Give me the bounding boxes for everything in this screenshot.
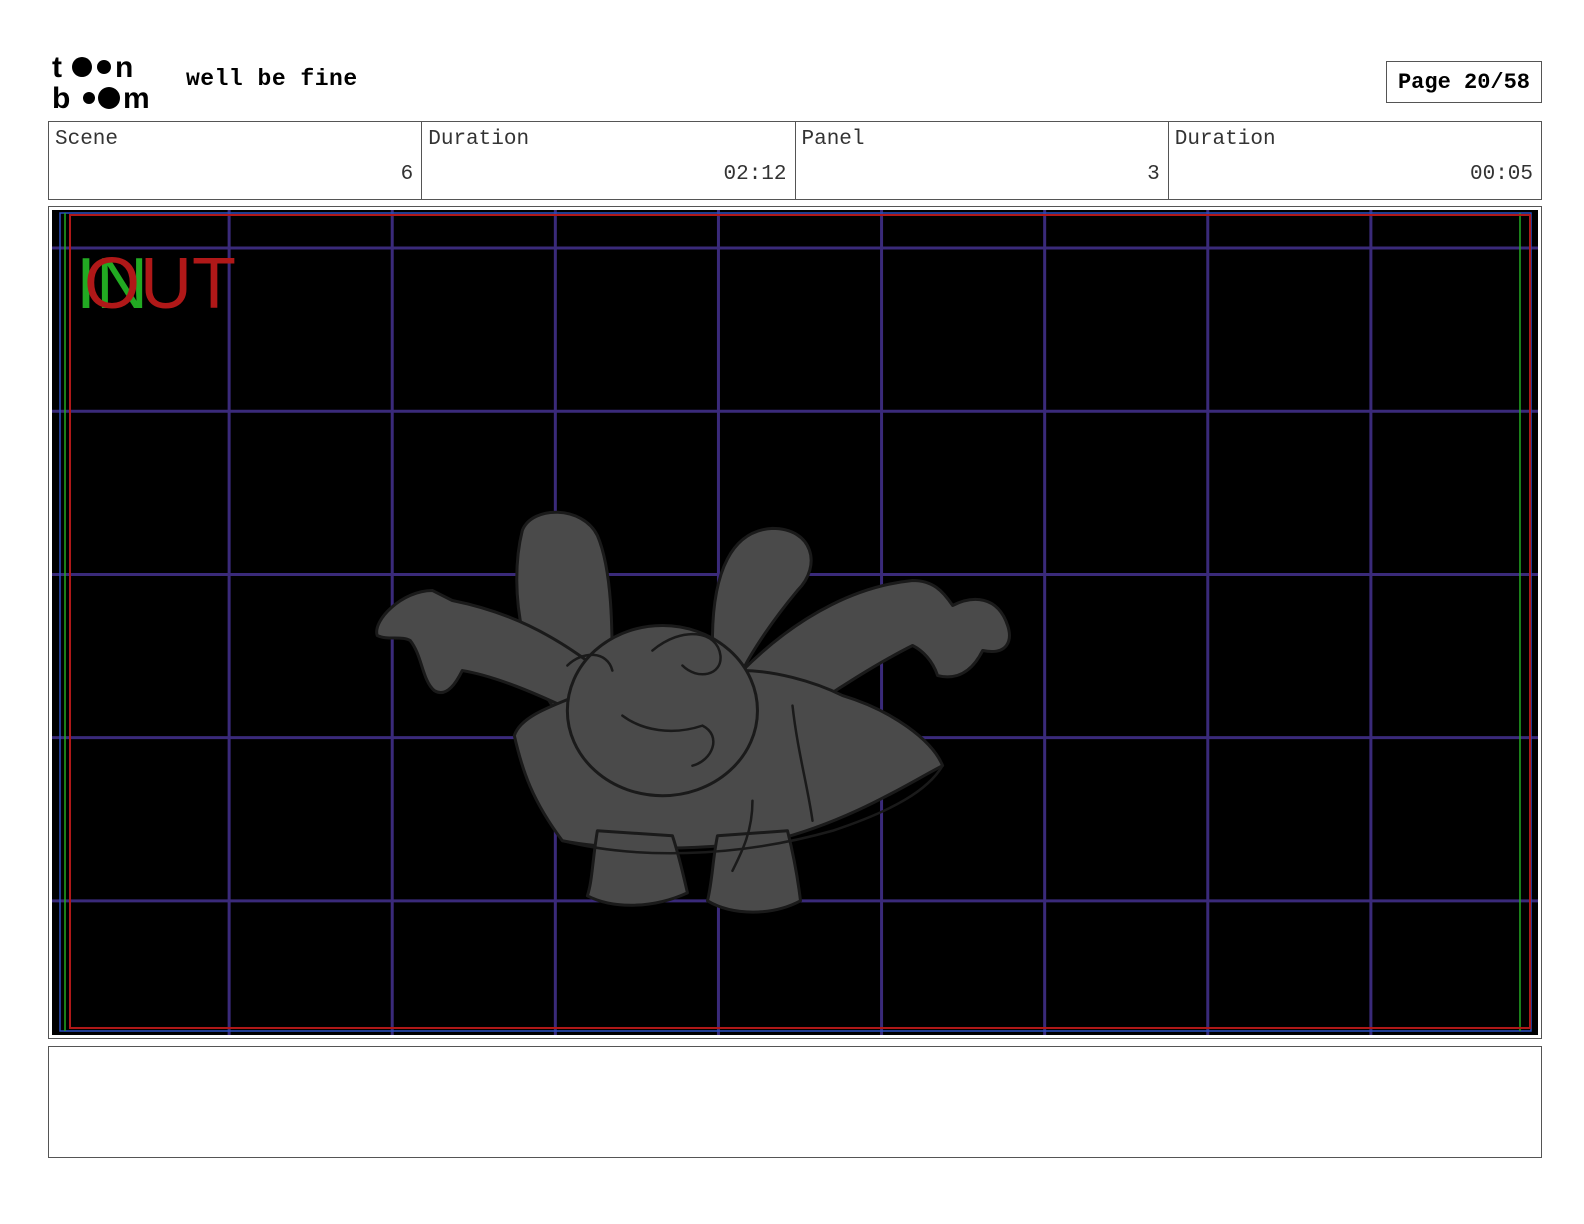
out-marker: OUT — [84, 244, 236, 324]
svg-text:m: m — [123, 82, 150, 112]
scene-duration-label: Duration — [428, 128, 530, 151]
panel-cell: Panel 3 — [796, 122, 1169, 199]
panel-duration-value: 00:05 — [1469, 163, 1533, 186]
toon-boom-logo: t n b m — [52, 51, 150, 112]
svg-text:n: n — [115, 51, 133, 84]
panel-label: Panel — [801, 128, 865, 151]
svg-text:t: t — [52, 51, 62, 84]
svg-text:b: b — [52, 82, 70, 112]
panel-duration-cell: Duration 00:05 — [1169, 122, 1541, 199]
panel-duration-label: Duration — [1174, 128, 1276, 151]
field-grid — [52, 210, 1538, 1035]
scene-info-table: Scene 6 Duration 02:12 Panel 3 Duration … — [48, 121, 1542, 200]
scene-duration-cell: Duration 02:12 — [422, 122, 796, 199]
panel-canvas: IN OUT — [52, 210, 1538, 1035]
scene-duration-value: 02:12 — [723, 163, 787, 186]
panel-value: 3 — [1147, 163, 1160, 186]
panel-notes[interactable] — [48, 1046, 1542, 1158]
scene-label: Scene — [55, 128, 119, 151]
storyboard-panel-frame: IN OUT — [48, 206, 1542, 1039]
project-title: well be fine — [186, 66, 358, 92]
camera-frame-blue — [59, 212, 1532, 1032]
page-label: Page 20/58 — [1397, 69, 1531, 95]
scene-cell: Scene 6 — [49, 122, 423, 199]
storyboard-panel[interactable]: IN OUT — [52, 210, 1538, 1035]
page-number: Page 20/58 — [1386, 61, 1542, 103]
scene-value: 6 — [400, 163, 414, 186]
